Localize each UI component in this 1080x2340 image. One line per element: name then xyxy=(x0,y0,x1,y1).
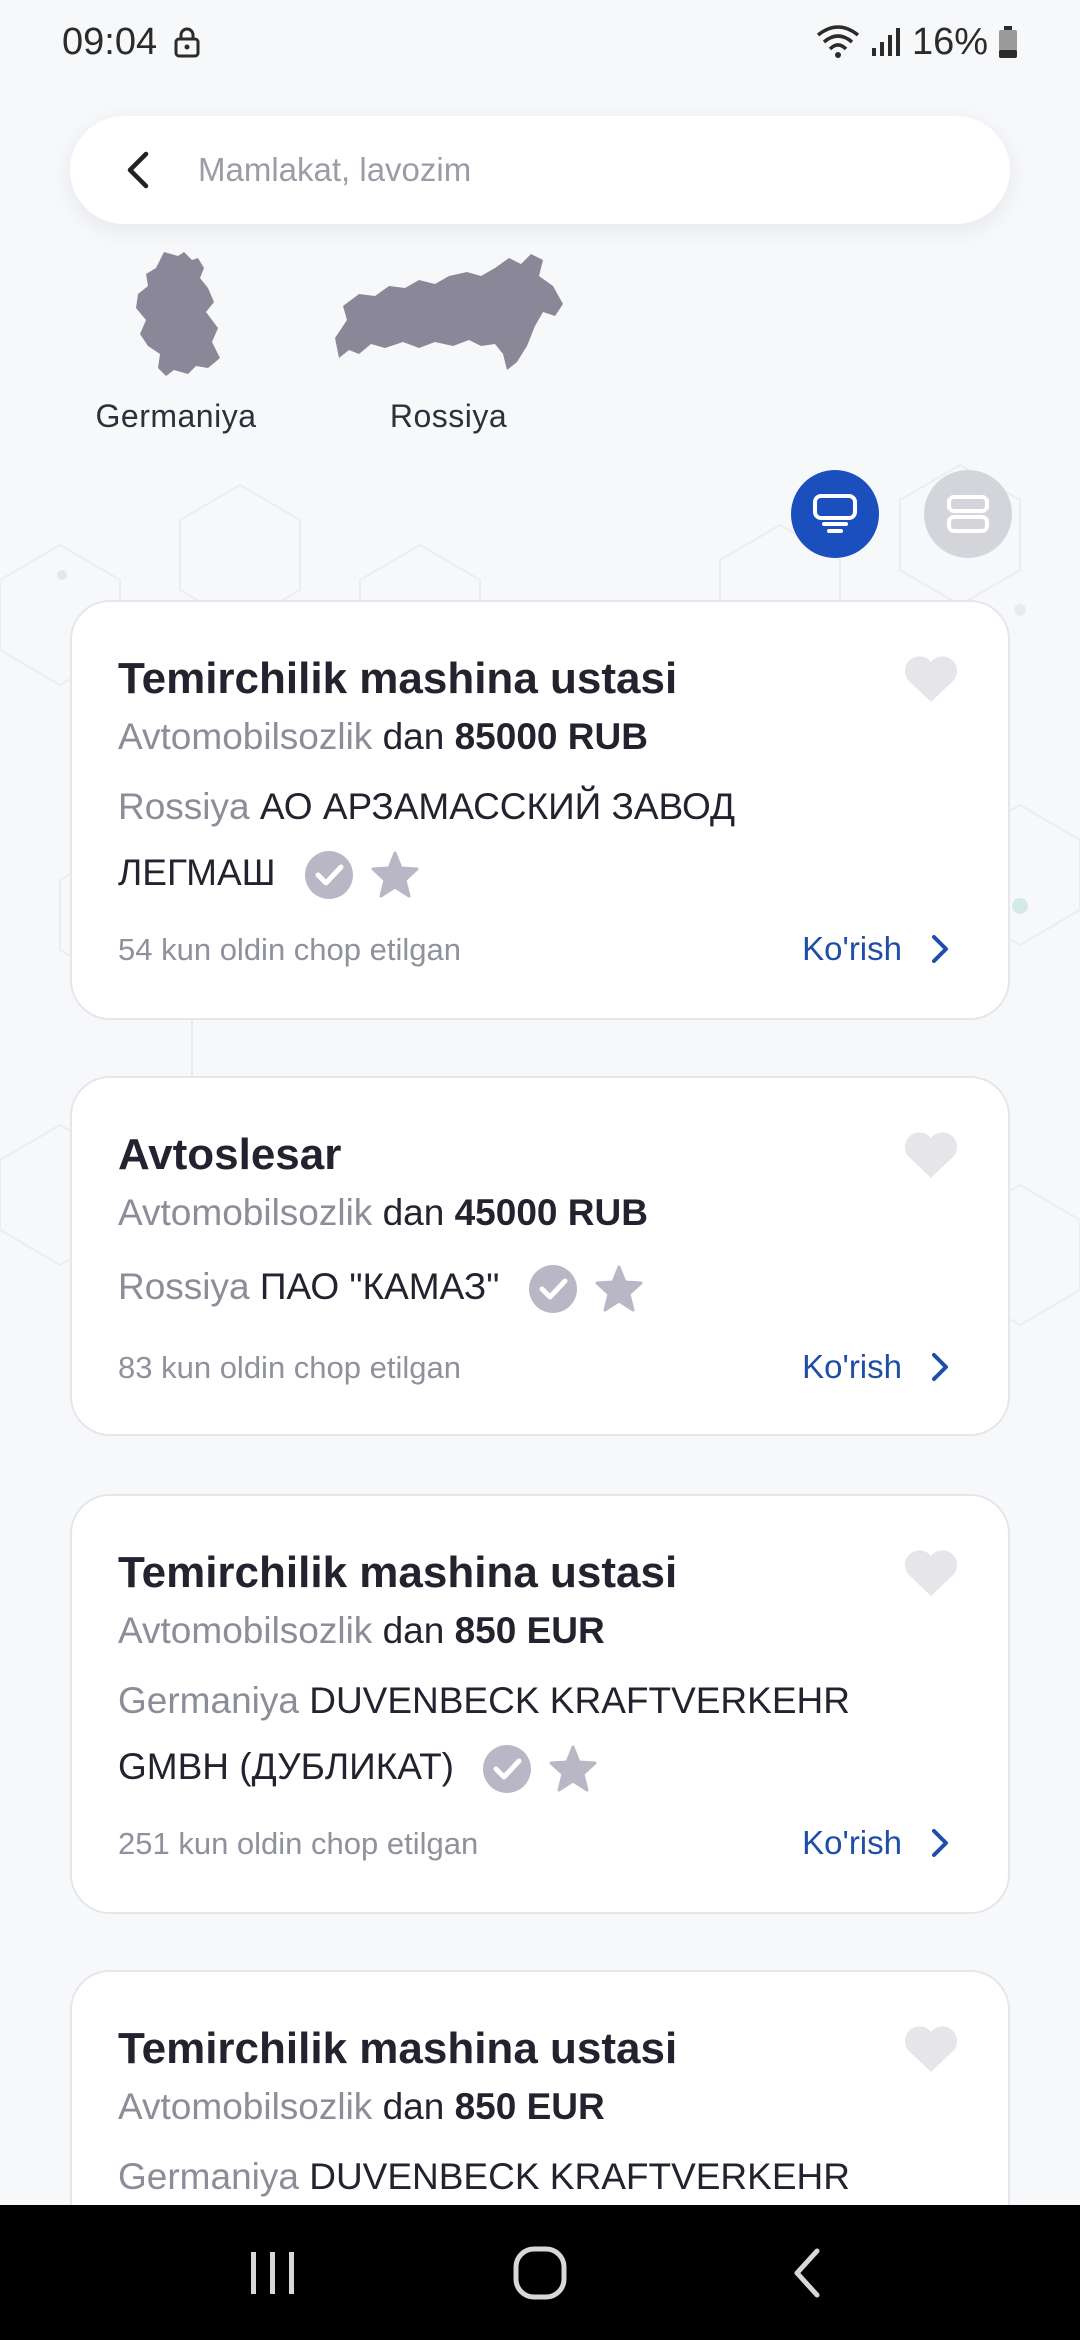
job-title: Avtoslesar xyxy=(118,1130,342,1179)
job-company-line-2: GMBH (ДУБЛИКАТ) xyxy=(118,1744,598,1794)
search-bar[interactable] xyxy=(70,116,1010,224)
status-bar: 09:04 16% xyxy=(0,0,1080,84)
job-company-line: Germaniya DUVENBECK KRAFTVERKEHR xyxy=(118,1680,850,1722)
job-country: Germaniya xyxy=(118,2156,299,2197)
job-title: Temirchilik mashina ustasi xyxy=(118,1548,678,1597)
search-input[interactable] xyxy=(198,151,958,189)
country-label-germany: Germaniya xyxy=(95,398,257,434)
home-button[interactable] xyxy=(495,2228,585,2318)
salary-from-word: dan xyxy=(382,2086,445,2127)
job-title: Temirchilik mashina ustasi xyxy=(118,654,678,703)
job-industry-salary: Avtomobilsozlik dan 850 EUR xyxy=(118,1610,605,1652)
star-icon xyxy=(371,851,419,898)
recent-apps-button[interactable] xyxy=(228,2228,318,2318)
job-card[interactable]: Avtoslesar Avtomobilsozlik dan 45000 RUB… xyxy=(70,1076,1010,1436)
salary-from-word: dan xyxy=(382,1610,445,1651)
job-company-continued: GMBH (ДУБЛИКАТ) xyxy=(118,1745,454,1787)
view-job-label: Ko'rish xyxy=(802,1348,902,1385)
battery-icon xyxy=(999,26,1017,58)
system-navigation-bar xyxy=(0,2205,1080,2340)
home-icon xyxy=(513,2246,567,2299)
favorite-heart-icon[interactable] xyxy=(902,654,960,704)
job-posted-date: 83 kun oldin chop etilgan xyxy=(118,1350,461,1385)
job-industry: Avtomobilsozlik xyxy=(118,2086,373,2127)
card-view-icon xyxy=(813,494,857,533)
back-button[interactable] xyxy=(762,2228,852,2318)
lock-icon xyxy=(174,27,200,58)
verified-check-icon xyxy=(528,1265,577,1313)
job-salary: 85000 RUB xyxy=(454,716,648,757)
job-industry-salary: Avtomobilsozlik dan 45000 RUB xyxy=(118,1192,648,1234)
verified-check-icon xyxy=(483,1745,532,1793)
job-industry-salary: Avtomobilsozlik dan 850 EUR xyxy=(118,2086,605,2128)
job-posted-date: 54 kun oldin chop etilgan xyxy=(118,932,461,967)
chevron-right-icon xyxy=(932,1353,948,1381)
job-salary: 850 EUR xyxy=(454,2086,605,2127)
chevron-right-icon xyxy=(932,935,948,963)
card-view-toggle[interactable] xyxy=(791,470,879,558)
job-salary: 45000 RUB xyxy=(454,1192,648,1233)
job-country: Rossiya xyxy=(118,1265,250,1307)
job-company: DUVENBECK KRAFTVERKEHR xyxy=(309,2156,850,2197)
list-view-toggle[interactable] xyxy=(924,470,1012,558)
favorite-heart-icon[interactable] xyxy=(902,1130,960,1180)
russia-map-icon xyxy=(335,254,563,370)
job-card[interactable]: Temirchilik mashina ustasi Avtomobilsozl… xyxy=(70,600,1010,1020)
view-job-label: Ko'rish xyxy=(802,930,902,967)
job-industry-salary: Avtomobilsozlik dan 85000 RUB xyxy=(118,716,648,758)
job-salary: 850 EUR xyxy=(454,1610,605,1651)
view-job-button[interactable]: Ko'rish xyxy=(802,1824,950,1862)
job-industry: Avtomobilsozlik xyxy=(118,1610,373,1651)
country-chip-germany[interactable]: Germaniya xyxy=(86,250,266,435)
job-card[interactable]: Temirchilik mashina ustasi Avtomobilsozl… xyxy=(70,1494,1010,1914)
country-label-russia: Rossiya xyxy=(389,398,508,434)
recent-apps-icon xyxy=(251,2251,295,2294)
job-company-line: Rossiya АО АРЗАМАССКИЙ ЗАВОД xyxy=(118,786,735,828)
germany-map-icon xyxy=(136,252,220,376)
job-company-continued: ЛЕГМАШ xyxy=(118,851,276,893)
view-job-button[interactable]: Ko'rish xyxy=(802,1348,950,1386)
wifi-icon xyxy=(816,25,860,58)
list-view-icon xyxy=(947,495,989,533)
view-job-button[interactable]: Ko'rish xyxy=(802,930,950,968)
favorite-heart-icon[interactable] xyxy=(902,1548,960,1598)
signal-icon xyxy=(871,28,900,56)
job-country: Rossiya xyxy=(118,786,250,827)
salary-from-word: dan xyxy=(382,716,445,757)
back-icon xyxy=(794,2248,820,2297)
job-industry: Avtomobilsozlik xyxy=(118,1192,373,1233)
status-right: 16% xyxy=(816,21,1018,64)
job-company: DUVENBECK KRAFTVERKEHR xyxy=(309,1680,850,1721)
star-icon xyxy=(549,1745,597,1792)
back-arrow-icon[interactable] xyxy=(120,150,160,190)
view-job-label: Ko'rish xyxy=(802,1824,902,1861)
job-posted-date: 251 kun oldin chop etilgan xyxy=(118,1826,479,1861)
battery-percent: 16% xyxy=(911,20,988,63)
job-company: ПАО "КАМАЗ" xyxy=(259,1265,500,1307)
job-country: Germaniya xyxy=(118,1680,299,1721)
job-company-line: Germaniya DUVENBECK KRAFTVERKEHR xyxy=(118,2156,850,2198)
star-icon xyxy=(595,1265,643,1312)
status-time: 09:04 xyxy=(62,20,158,63)
job-industry: Avtomobilsozlik xyxy=(118,716,373,757)
job-company-line: Rossiya ПАО "КАМАЗ" xyxy=(118,1264,644,1314)
job-company: АО АРЗАМАССКИЙ ЗАВОД xyxy=(259,786,736,827)
country-chip-russia[interactable]: Rossiya xyxy=(326,250,571,435)
job-company-line-2: ЛЕГМАШ xyxy=(118,850,420,900)
chevron-right-icon xyxy=(932,1829,948,1857)
favorite-heart-icon[interactable] xyxy=(902,2024,960,2074)
job-title: Temirchilik mashina ustasi xyxy=(118,2024,678,2073)
verified-check-icon xyxy=(304,851,353,899)
salary-from-word: dan xyxy=(382,1192,445,1233)
status-left: 09:04 xyxy=(62,21,201,64)
